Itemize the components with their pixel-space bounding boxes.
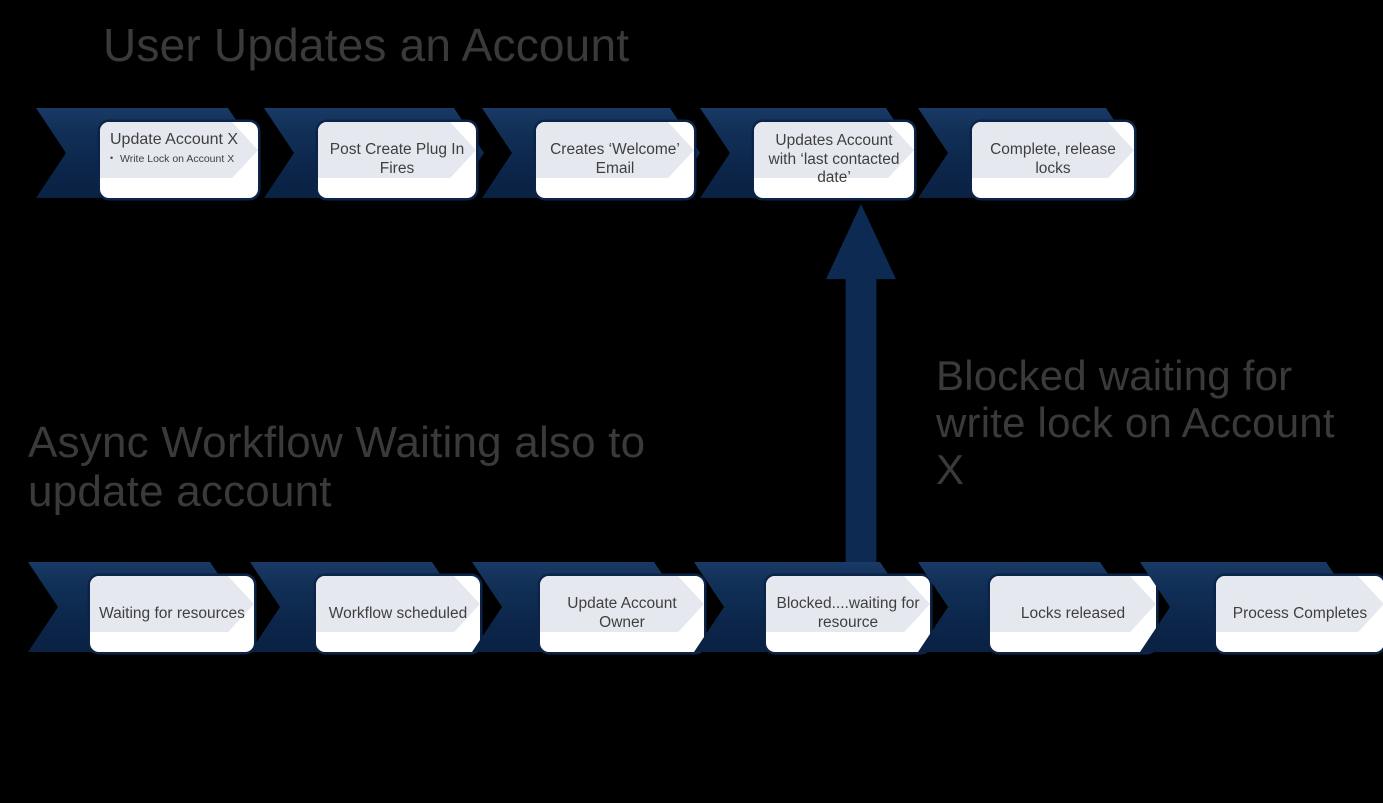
step-card-body: Waiting for resources: [90, 576, 254, 652]
step-card-title: Locks released: [1020, 604, 1126, 622]
step-card-body: Complete, release locks: [972, 122, 1134, 198]
step-card[interactable]: Workflow scheduled: [316, 576, 480, 652]
annotation-blocked-waiting: Blocked waiting for write lock on Accoun…: [936, 352, 1335, 494]
page-title-user-updates-account: User Updates an Account: [103, 19, 630, 71]
step-card-title: Waiting for resources: [99, 604, 245, 622]
step-card-title: Blocked....waiting for resource: [776, 595, 920, 631]
step-card[interactable]: Post Create Plug In Fires: [318, 122, 476, 198]
blocked-waiting-arrow-icon: [826, 204, 896, 562]
async-workflow-process-row: Waiting for resources Workflow scheduled U…: [0, 562, 1383, 662]
step-card-body: Creates ‘Welcome’ Email: [536, 122, 694, 198]
step-card[interactable]: Waiting for resources: [90, 576, 254, 652]
step-card-title: Process Completes: [1232, 604, 1368, 622]
step-card-body: Blocked....waiting for resource: [766, 576, 930, 652]
step-card-title: Updates Account with ‘last contacted dat…: [768, 131, 900, 187]
step-card[interactable]: Creates ‘Welcome’ Email: [536, 122, 694, 198]
step-card-body: Update Account Owner: [540, 576, 704, 652]
step-card-body: Workflow scheduled: [316, 576, 480, 652]
step-card-bullet-list: Write Lock on Account X: [110, 153, 234, 167]
step-card-title: Post Create Plug In Fires: [329, 141, 465, 177]
step-card[interactable]: Blocked....waiting for resource: [766, 576, 930, 652]
section-title-async-workflow: Async Workflow Waiting also to update ac…: [28, 418, 646, 517]
step-card-body: Update Account X Write Lock on Account X: [100, 122, 258, 198]
step-card-body: Locks released: [990, 576, 1156, 652]
step-card-body: Post Create Plug In Fires: [318, 122, 476, 198]
step-card[interactable]: Complete, release locks: [972, 122, 1134, 198]
step-card[interactable]: Updates Account with ‘last contacted dat…: [754, 122, 914, 198]
step-card-title: Creates ‘Welcome’ Email: [550, 141, 680, 177]
step-card[interactable]: Process Completes: [1216, 576, 1383, 652]
step-card[interactable]: Update Account Owner: [540, 576, 704, 652]
step-card-title: Workflow scheduled: [328, 604, 468, 622]
step-card-title: Complete, release locks: [990, 141, 1116, 177]
step-card[interactable]: Locks released: [990, 576, 1156, 652]
step-card-body: Updates Account with ‘last contacted dat…: [754, 122, 914, 198]
step-card-title: Update Account Owner: [567, 595, 677, 631]
step-card[interactable]: Update Account X Write Lock on Account X: [100, 122, 258, 198]
step-card-bullet: Write Lock on Account X: [110, 153, 234, 167]
step-card-body: Process Completes: [1216, 576, 1383, 652]
arrow-up-shape: [826, 204, 896, 562]
user-updates-account-process-row: Update Account X Write Lock on Account X P…: [0, 108, 1383, 208]
step-card-title: Update Account X: [110, 131, 239, 148]
